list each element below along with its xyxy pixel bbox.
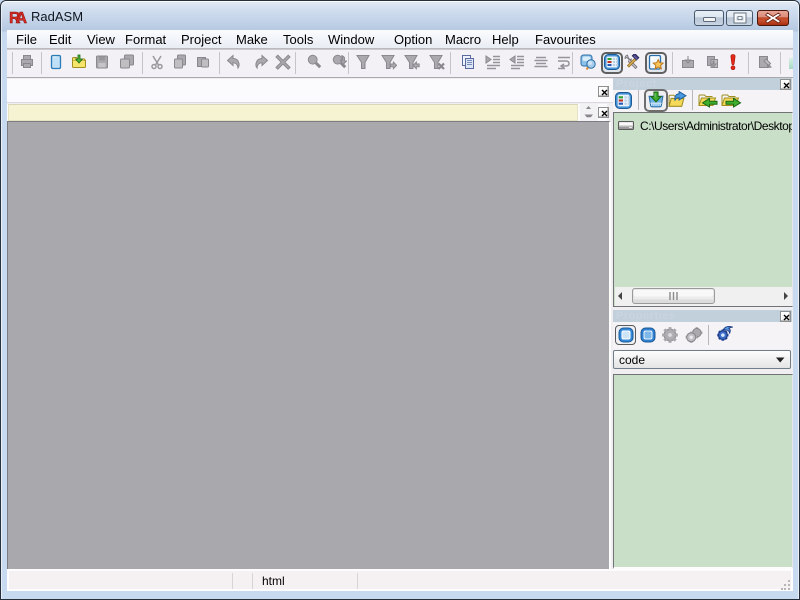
svg-text:A: A — [16, 10, 28, 26]
